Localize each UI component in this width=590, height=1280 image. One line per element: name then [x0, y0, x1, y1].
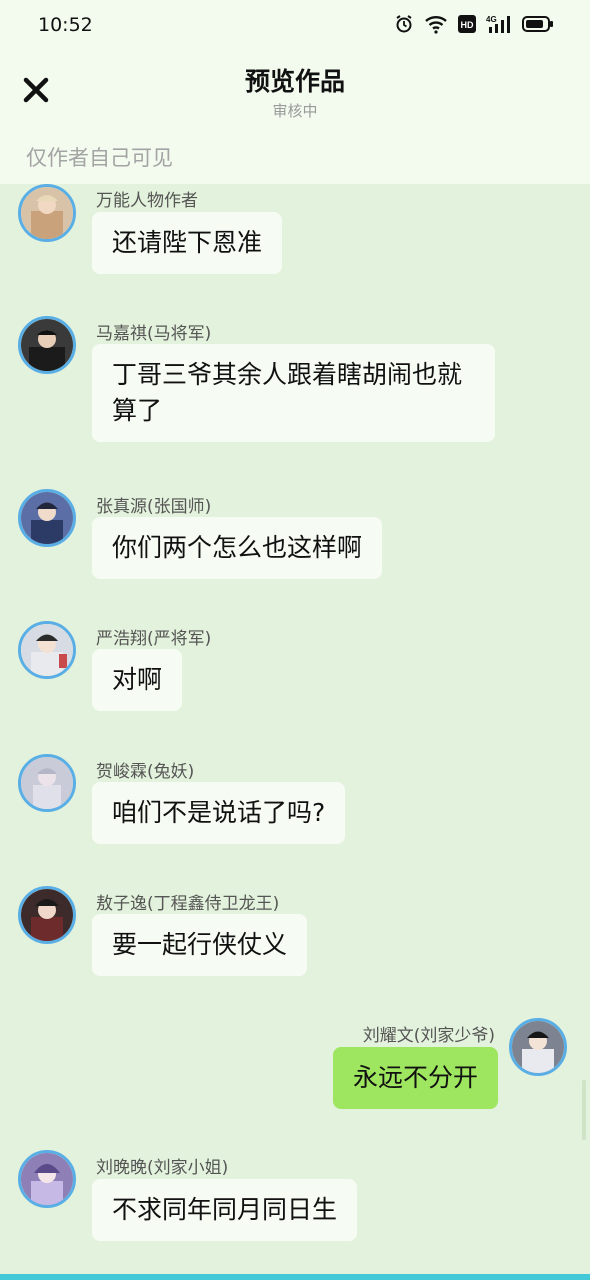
status-time: 10:52 — [38, 14, 93, 36]
visibility-note: 仅作者自己可见 — [26, 146, 173, 170]
sender-name: 张真源(张国师) — [96, 497, 212, 517]
message-bubble[interactable]: 对啊 — [92, 649, 183, 711]
message-bubble[interactable]: 你们两个怎么也这样啊 — [92, 517, 383, 579]
svg-text:4G: 4G — [486, 15, 497, 24]
signal-4g-icon: 4G — [486, 14, 512, 34]
chat-list[interactable]: 万能人物作者 还请陛下恩准 马嘉祺(马将军) 丁哥三爷其余人跟着瞎胡闹也就算了 … — [0, 184, 590, 1274]
svg-text:HD: HD — [461, 20, 474, 30]
message-bubble[interactable]: 丁哥三爷其余人跟着瞎胡闹也就算了 — [92, 344, 495, 442]
page-title: 预览作品 — [244, 67, 345, 96]
header: 预览作品 审核中 仅作者自己可见 — [0, 52, 590, 184]
status-bar: 10:52 HD 4G — [0, 0, 590, 52]
sender-name: 敖子逸(丁程鑫侍卫龙王) — [96, 894, 280, 914]
sender-name: 万能人物作者 — [96, 191, 198, 211]
avatar[interactable] — [18, 621, 76, 679]
sender-name: 刘晚晚(刘家小姐) — [96, 1158, 229, 1178]
message-bubble[interactable]: 还请陛下恩准 — [92, 212, 283, 274]
review-status: 审核中 — [272, 102, 318, 120]
wifi-icon — [424, 14, 448, 34]
status-icons: HD 4G — [394, 14, 554, 34]
avatar[interactable] — [18, 886, 76, 944]
message-bubble[interactable]: 永远不分开 — [332, 1047, 498, 1109]
avatar[interactable] — [18, 184, 76, 242]
alarm-icon — [394, 14, 414, 34]
message-bubble[interactable]: 不求同年同月同日生 — [92, 1179, 358, 1241]
sender-name: 刘耀文(刘家少爷) — [362, 1026, 495, 1046]
scrollbar[interactable] — [582, 1080, 586, 1140]
sender-name: 严浩翔(严将军) — [96, 629, 212, 649]
hd-icon: HD — [458, 15, 476, 33]
avatar[interactable] — [18, 754, 76, 812]
avatar[interactable] — [18, 489, 76, 547]
avatar[interactable] — [18, 316, 76, 374]
avatar[interactable] — [509, 1018, 567, 1076]
message-bubble[interactable]: 要一起行侠仗义 — [92, 914, 308, 976]
battery-icon — [522, 15, 554, 33]
sender-name: 贺峻霖(兔妖) — [96, 762, 195, 782]
sender-name: 马嘉祺(马将军) — [96, 324, 212, 344]
message-bubble[interactable]: 咱们不是说话了吗? — [92, 782, 346, 844]
bottom-bar — [0, 1274, 590, 1280]
avatar[interactable] — [18, 1150, 76, 1208]
